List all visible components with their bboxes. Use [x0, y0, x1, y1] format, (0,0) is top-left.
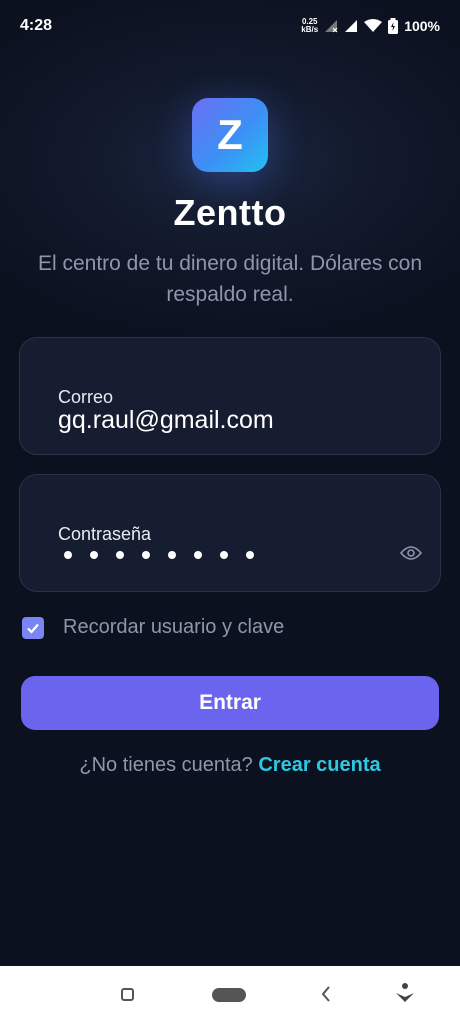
status-bar: 4:28 0.25 kB/s 100%: [0, 0, 460, 52]
create-account-link[interactable]: Crear cuenta: [258, 754, 380, 776]
password-dot: [90, 551, 98, 559]
login-button[interactable]: Entrar: [21, 676, 439, 730]
signal-icon: [345, 20, 358, 32]
email-value[interactable]: gq.raul@gmail.com: [58, 406, 274, 435]
net-speed-unit: kB/s: [301, 25, 319, 34]
password-dot: [116, 551, 124, 559]
password-dot: [64, 551, 72, 559]
logo-letter: Z: [217, 111, 243, 158]
password-dot: [168, 551, 176, 559]
system-nav-bar: [0, 966, 460, 1022]
email-field[interactable]: Correo gq.raul@gmail.com: [19, 337, 441, 455]
app-logo: Z: [192, 98, 268, 172]
password-dot: [246, 551, 254, 559]
signup-prompt: ¿No tienes cuenta? Crear cuenta: [0, 754, 460, 777]
password-label: Contraseña: [58, 524, 152, 544]
assistant-icon[interactable]: [394, 982, 416, 1004]
login-screen: 4:28 0.25 kB/s 100% Z Zentto El centro d…: [0, 0, 460, 966]
battery-level: 100%: [404, 18, 440, 34]
password-field[interactable]: Contraseña: [19, 474, 441, 592]
wifi-icon: [364, 19, 383, 32]
login-button-label: Entrar: [199, 691, 261, 714]
password-dot: [142, 551, 150, 559]
password-dot: [220, 551, 228, 559]
remember-me[interactable]: Recordar usuario y clave: [22, 616, 284, 639]
home-pill-icon[interactable]: [212, 988, 246, 1002]
app-tagline: El centro de tu dinero digital. Dólares …: [37, 252, 423, 306]
password-dot: [194, 551, 202, 559]
status-icons: 0.25 kB/s 100%: [301, 18, 440, 34]
signup-text: ¿No tienes cuenta?: [79, 754, 253, 776]
net-speed: 0.25 kB/s: [301, 18, 318, 34]
remember-label: Recordar usuario y clave: [63, 616, 285, 638]
back-chevron-icon[interactable]: [320, 984, 332, 1004]
show-password-eye-icon[interactable]: [400, 545, 422, 561]
remember-checkbox[interactable]: [22, 616, 44, 639]
battery-icon: [388, 18, 399, 34]
signal-off-icon: [325, 20, 338, 33]
checkmark-icon: [27, 623, 39, 634]
email-label: Correo: [58, 387, 114, 407]
app-title: Zentto: [173, 192, 287, 233]
status-time: 4:28: [20, 17, 53, 34]
recents-icon[interactable]: [121, 988, 134, 1001]
password-masked-value[interactable]: [64, 551, 254, 559]
